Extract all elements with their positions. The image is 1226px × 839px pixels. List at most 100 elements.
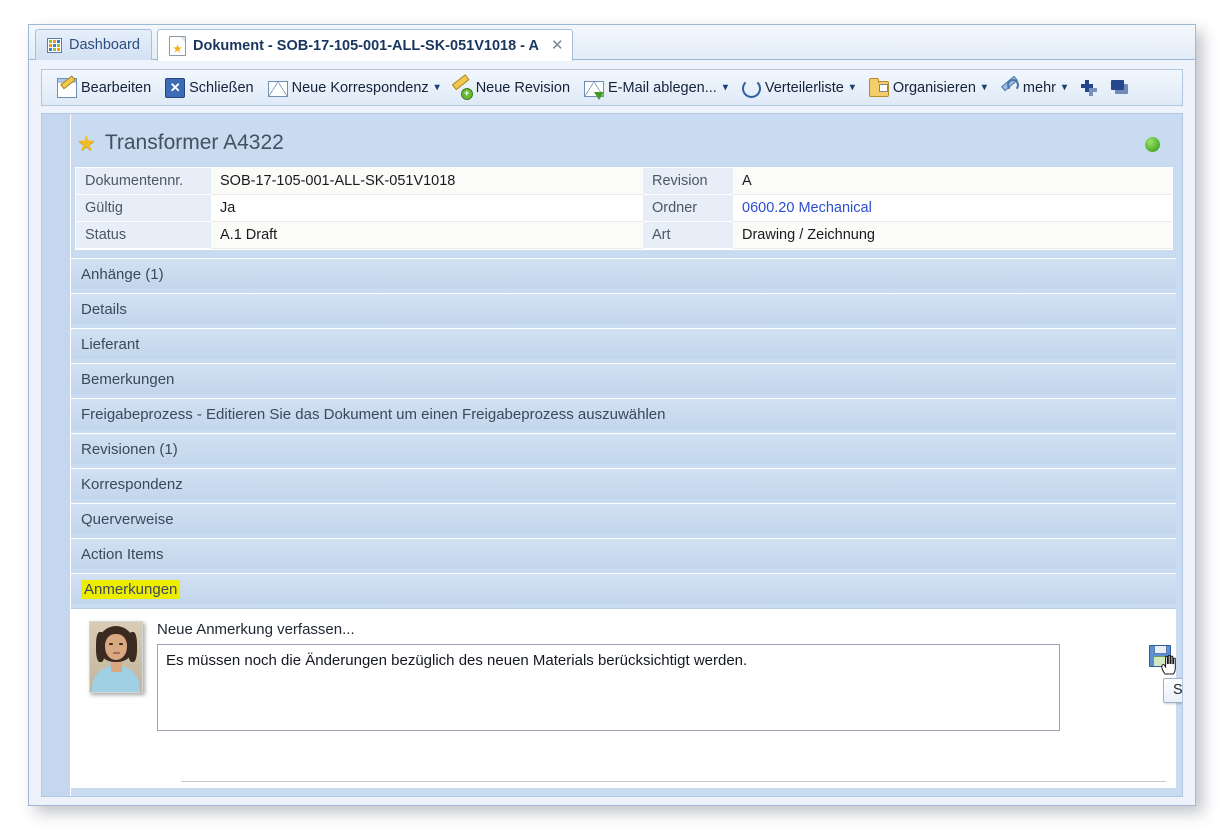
toolbar-organisieren-button[interactable]: Organisieren ▾ — [862, 73, 994, 102]
annotation-save-area: Speichern — [1149, 645, 1182, 715]
section-lieferant: + Lieferant — [71, 328, 1182, 359]
chevron-down-icon[interactable]: ▾ — [1062, 82, 1067, 93]
toolbar-bearbeiten-button[interactable]: Bearbeiten — [50, 73, 158, 102]
field-value-ordner-cell: 0600.20 Mechanical — [733, 195, 1172, 222]
section-header-korrespondenz[interactable]: Korrespondenz — [71, 468, 1176, 499]
document-header-card: ★ Transformer A4322 Dokumentennr. SOB-17… — [75, 119, 1176, 250]
tab-dashboard[interactable]: Dashboard — [35, 29, 152, 60]
tab-dashboard-label: Dashboard — [69, 37, 140, 53]
section-anmerkungen: − Anmerkungen — [71, 573, 1182, 604]
section-label-querverweise: Querverweise — [81, 510, 174, 528]
close-x-icon: ✕ — [165, 77, 186, 98]
tab-document[interactable]: ★ Dokument - SOB-17-105-001-ALL-SK-051V1… — [157, 29, 573, 61]
chevron-down-icon[interactable]: ▾ — [723, 82, 728, 93]
section-header-revisionen[interactable]: Revisionen (1) — [71, 433, 1176, 464]
annotation-row: Neue Anmerkung verfassen... — [89, 621, 1176, 736]
annotation-fields: Neue Anmerkung verfassen... — [157, 621, 1176, 736]
document-body: ★ Transformer A4322 Dokumentennr. SOB-17… — [41, 113, 1183, 797]
toolbar-neue-revision-label: Neue Revision — [475, 79, 571, 96]
section-header-action-items[interactable]: Action Items — [71, 538, 1176, 569]
section-header-freigabeprozess[interactable]: Freigabeprozess - Editieren Sie das Doku… — [71, 398, 1176, 429]
section-header-querverweise[interactable]: Querverweise — [71, 503, 1176, 534]
document-info-table: Dokumentennr. SOB-17-105-001-ALL-SK-051V… — [75, 167, 1173, 250]
section-accordion: + Anhänge (1) + Details + — [71, 258, 1182, 788]
chevron-down-icon[interactable]: ▾ — [435, 82, 440, 93]
section-label-bemerkungen: Bemerkungen — [81, 370, 175, 388]
toolbar-neue-korrespondenz-button[interactable]: Neue Korrespondenz ▾ — [261, 73, 447, 102]
chevron-down-icon[interactable]: ▾ — [982, 82, 987, 93]
panel-divider — [181, 781, 1166, 782]
section-header-anhaenge[interactable]: Anhänge (1) — [71, 258, 1176, 289]
section-bemerkungen: + Bemerkungen — [71, 363, 1182, 394]
annotation-textarea[interactable] — [157, 644, 1060, 731]
field-label-ordner: Ordner — [643, 195, 733, 222]
toolbar-schliessen-button[interactable]: ✕ Schließen — [158, 73, 260, 102]
window-stack-icon — [1111, 79, 1129, 97]
document-star-icon: ★ — [169, 35, 186, 56]
section-header-lieferant[interactable]: Lieferant — [71, 328, 1176, 359]
field-value-gueltig: Ja — [211, 195, 643, 222]
wrench-icon — [1001, 78, 1019, 97]
mouse-cursor-hand-icon — [1161, 654, 1176, 675]
field-value-status: A.1 Draft — [211, 222, 643, 249]
document-toolbar: Bearbeiten ✕ Schließen Neue Korresponden… — [41, 69, 1183, 106]
section-header-anmerkungen[interactable]: Anmerkungen — [71, 573, 1176, 604]
field-value-revision: A — [733, 168, 1172, 195]
tab-strip: Dashboard ★ Dokument - SOB-17-105-001-AL… — [29, 25, 1195, 61]
section-label-anhaenge: Anhänge (1) — [81, 265, 164, 283]
document-content: ★ Transformer A4322 Dokumentennr. SOB-17… — [71, 114, 1182, 796]
toolbar-mehr-label: mehr — [1022, 79, 1056, 96]
section-revisionen: + Revisionen (1) — [71, 433, 1182, 464]
add-plus-stack-icon — [1081, 79, 1097, 96]
section-header-details[interactable]: Details — [71, 293, 1176, 324]
section-querverweise: + Querverweise — [71, 503, 1182, 534]
dashboard-grid-icon — [47, 37, 62, 53]
chevron-down-icon[interactable]: ▾ — [850, 82, 855, 93]
section-label-action-items: Action Items — [81, 545, 164, 563]
toolbar-email-ablegen-button[interactable]: E-Mail ablegen... ▾ — [577, 73, 735, 102]
section-action-items: + Action Items — [71, 538, 1182, 569]
save-tooltip: Speichern — [1163, 678, 1182, 703]
field-label-status: Status — [76, 222, 211, 249]
field-value-art: Drawing / Zeichnung — [733, 222, 1172, 249]
toolbar-bearbeiten-label: Bearbeiten — [81, 79, 152, 96]
toolbar-neue-korrespondenz-label: Neue Korrespondenz — [291, 79, 429, 96]
field-link-ordner[interactable]: 0600.20 Mechanical — [742, 200, 872, 216]
section-details: + Details — [71, 293, 1182, 324]
page-title: ★ Transformer A4322 — [75, 119, 1176, 167]
page-title-text: Transformer A4322 — [104, 131, 284, 154]
annotation-panel: Neue Anmerkung verfassen... Speichern — [71, 608, 1182, 788]
field-value-dokumentennr: SOB-17-105-001-ALL-SK-051V1018 — [211, 168, 643, 195]
refresh-circle-icon — [741, 78, 761, 98]
toolbar-verteilerliste-button[interactable]: Verteilerliste ▾ — [735, 73, 862, 102]
annotation-prompt-label: Neue Anmerkung verfassen... — [157, 621, 355, 638]
document-window: Dashboard ★ Dokument - SOB-17-105-001-AL… — [28, 24, 1196, 806]
section-label-anmerkungen: Anmerkungen — [81, 579, 181, 599]
section-header-bemerkungen[interactable]: Bemerkungen — [71, 363, 1176, 394]
section-korrespondenz: + Korrespondenz — [71, 468, 1182, 499]
folder-lock-icon — [868, 77, 889, 97]
section-label-freigabeprozess: Freigabeprozess - Editieren Sie das Doku… — [81, 405, 666, 423]
field-label-dokumentennr: Dokumentennr. — [76, 168, 211, 195]
toolbar-window-stack-button[interactable] — [1104, 73, 1136, 102]
field-label-gueltig: Gültig — [76, 195, 211, 222]
toolbar-verteilerliste-label: Verteilerliste — [764, 79, 844, 96]
toolbar-add-stack-button[interactable] — [1074, 73, 1104, 102]
section-label-lieferant: Lieferant — [81, 335, 140, 353]
star-icon[interactable]: ★ — [77, 133, 96, 154]
section-label-korrespondenz: Korrespondenz — [81, 475, 183, 493]
toggle-rail — [42, 114, 71, 796]
new-revision-icon — [454, 79, 473, 100]
email-file-icon — [584, 80, 605, 100]
section-label-details: Details — [81, 300, 127, 318]
envelope-icon — [267, 80, 288, 97]
toolbar-mehr-button[interactable]: mehr ▾ — [994, 73, 1074, 102]
toolbar-neue-revision-button[interactable]: Neue Revision — [447, 73, 577, 102]
screenshot-root: Dashboard ★ Dokument - SOB-17-105-001-AL… — [0, 0, 1226, 839]
field-label-revision: Revision — [643, 168, 733, 195]
section-anhaenge: + Anhänge (1) — [71, 258, 1182, 289]
toolbar-organisieren-label: Organisieren — [892, 79, 976, 96]
user-avatar-photo — [89, 621, 143, 693]
toolbar-schliessen-label: Schließen — [189, 79, 254, 96]
tab-close-icon[interactable]: ✕ — [551, 38, 564, 53]
